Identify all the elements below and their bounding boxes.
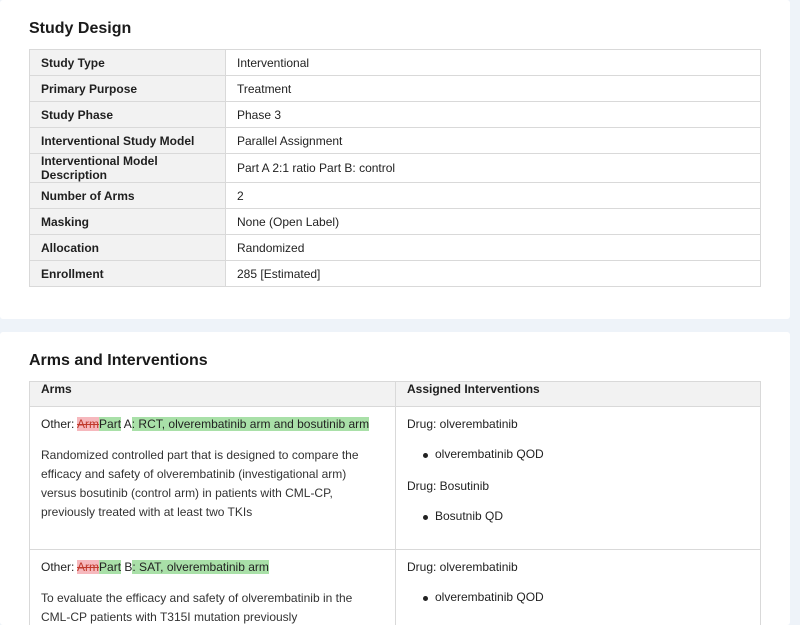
list-item: olverembatinib QOD — [423, 588, 749, 607]
column-header-interventions: Assigned Interventions — [395, 381, 761, 407]
arm-letter: B — [121, 560, 133, 574]
arms-interventions-card: Arms and Interventions Arms Assigned Int… — [0, 332, 790, 625]
row-value: Parallel Assignment — [225, 127, 761, 154]
row-label: Enrollment — [29, 260, 226, 287]
intervention-list: olverembatinib QOD — [423, 445, 749, 464]
drug-name: Drug: olverembatinib — [407, 560, 518, 574]
row-label: Interventional Model Description — [29, 153, 226, 183]
table-row: Masking None (Open Label) — [29, 208, 761, 235]
arm-prefix: Other: — [41, 417, 78, 431]
row-value: Phase 3 — [225, 101, 761, 128]
table-row: Interventional Study Model Parallel Assi… — [29, 127, 761, 154]
study-design-card: Study Design Study Type Interventional P… — [0, 0, 790, 319]
table-row: Study Phase Phase 3 — [29, 101, 761, 128]
arm-cell: Other: ArmPart A: RCT, olverembatinib ar… — [29, 406, 396, 550]
table-row: Primary Purpose Treatment — [29, 75, 761, 102]
table-row: Interventional Model Description Part A … — [29, 153, 761, 183]
row-value: 285 [Estimated] — [225, 260, 761, 287]
row-label: Study Type — [29, 49, 226, 76]
inserted-text: Part — [99, 417, 122, 431]
arm-description: To evaluate the efficacy and safety of o… — [41, 591, 353, 624]
row-label: Number of Arms — [29, 182, 226, 209]
deleted-text: Arm — [77, 560, 100, 574]
arms-table: Arms Assigned Interventions Other: ArmPa… — [29, 381, 761, 625]
inserted-text: : SAT, olverembatinib arm — [132, 560, 269, 574]
table-row: Other: ArmPart A: RCT, olverembatinib ar… — [29, 406, 761, 550]
list-item: olverembatinib QOD — [423, 445, 749, 464]
arm-cell: Other: ArmPart B: SAT, olverembatinib ar… — [29, 549, 396, 625]
row-value: None (Open Label) — [225, 208, 761, 235]
arm-heading: Other: ArmPart A: RCT, olverembatinib ar… — [41, 415, 384, 434]
table-row: Enrollment 285 [Estimated] — [29, 260, 761, 287]
table-row: Other: ArmPart B: SAT, olverembatinib ar… — [29, 549, 761, 625]
intervention-list: Bosutnib QD — [423, 507, 749, 526]
intervention-list: olverembatinib QOD — [423, 588, 749, 607]
arm-letter: A — [121, 417, 132, 431]
list-item: Bosutnib QD — [423, 507, 749, 526]
inserted-text: : RCT, olverembatinib arm and bosutinib … — [131, 417, 370, 431]
row-label: Study Phase — [29, 101, 226, 128]
row-value: Randomized — [225, 234, 761, 261]
row-value: Treatment — [225, 75, 761, 102]
row-label: Primary Purpose — [29, 75, 226, 102]
table-row: Number of Arms 2 — [29, 182, 761, 209]
study-design-title: Study Design — [29, 20, 132, 37]
interventions-cell: Drug: olverembatinib olverembatinib QOD — [395, 549, 761, 625]
interventions-cell: Drug: olverembatinib olverembatinib QOD … — [395, 406, 761, 550]
inserted-text: Part — [99, 560, 122, 574]
row-label: Allocation — [29, 234, 226, 261]
drug-name: Drug: olverembatinib — [407, 417, 518, 431]
column-header-arms: Arms — [29, 381, 396, 407]
row-label: Masking — [29, 208, 226, 235]
arm-heading: Other: ArmPart B: SAT, olverembatinib ar… — [41, 558, 384, 577]
table-row: Allocation Randomized — [29, 234, 761, 261]
study-design-table: Study Type Interventional Primary Purpos… — [29, 49, 761, 287]
row-value: Part A 2:1 ratio Part B: control — [225, 153, 761, 183]
deleted-text: Arm — [77, 417, 100, 431]
arm-prefix: Other: — [41, 560, 78, 574]
row-value: 2 — [225, 182, 761, 209]
table-row: Study Type Interventional — [29, 49, 761, 76]
row-label: Interventional Study Model — [29, 127, 226, 154]
arm-description: Randomized controlled part that is desig… — [41, 448, 359, 519]
drug-name: Drug: Bosutinib — [407, 479, 490, 493]
row-value: Interventional — [225, 49, 761, 76]
table-header-row: Arms Assigned Interventions — [29, 381, 761, 407]
arms-interventions-title: Arms and Interventions — [29, 352, 208, 369]
